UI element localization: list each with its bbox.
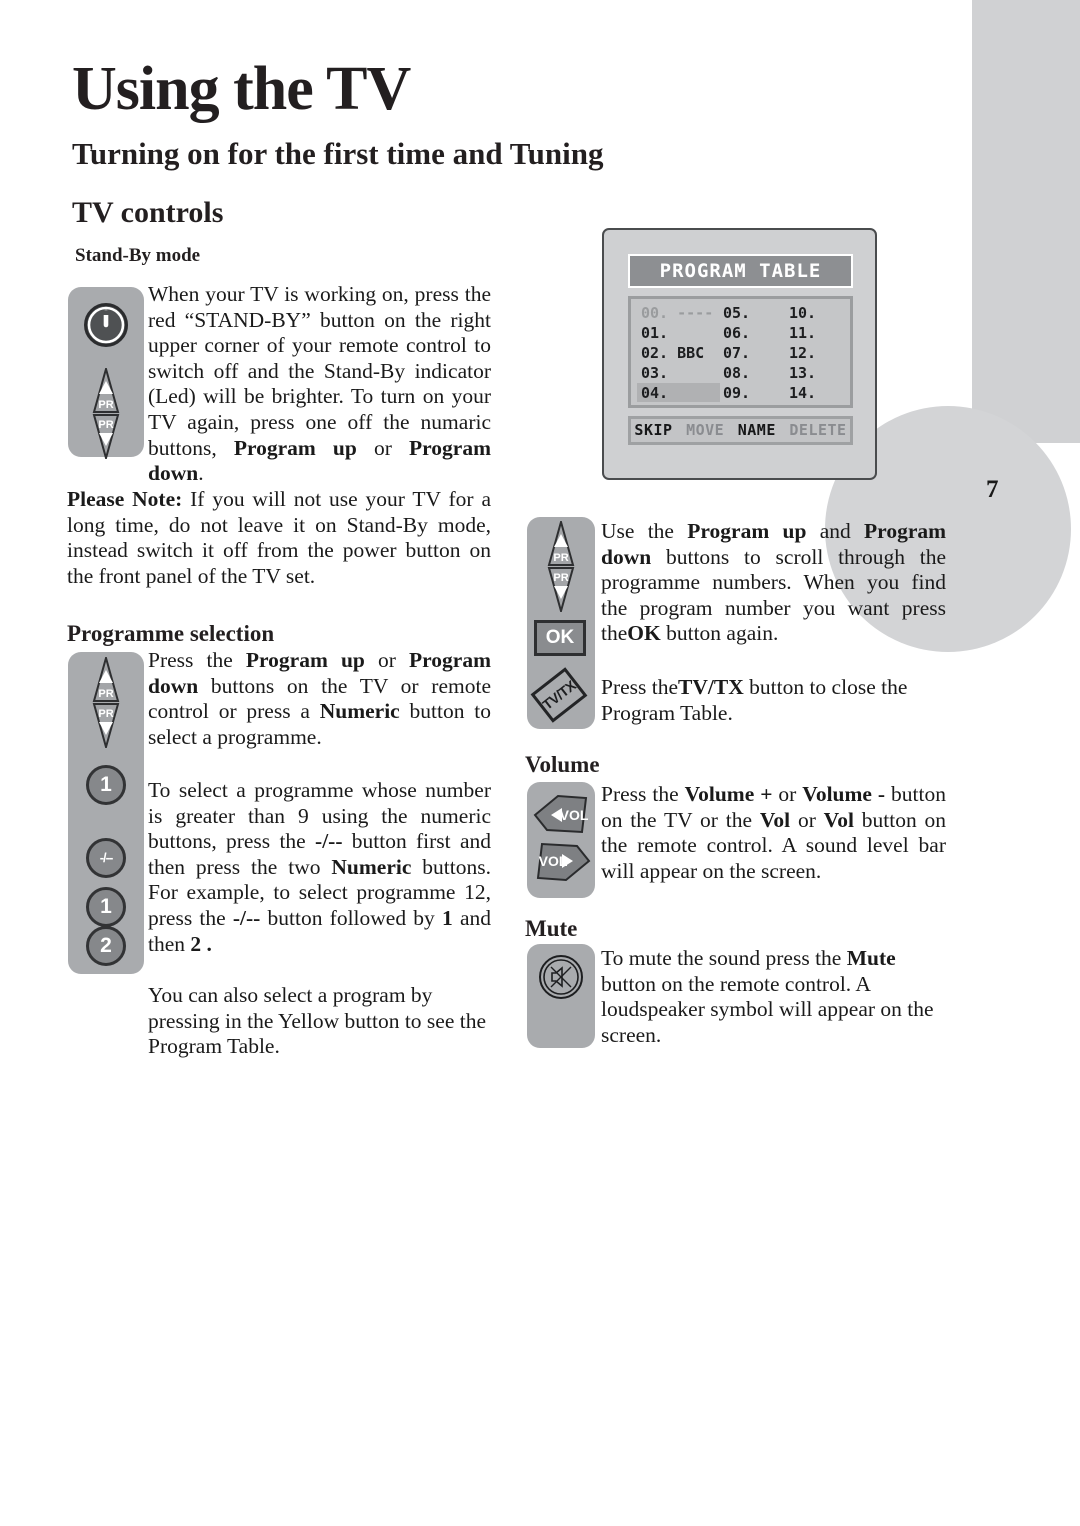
svg-text:PR: PR [98,419,113,431]
program-slot: 10. [789,304,817,322]
ok-button[interactable]: OK [534,620,586,656]
program-slot: 09. [723,384,751,402]
tv-tx-button[interactable]: TV/TX [530,667,588,723]
svg-text:PR: PR [98,708,113,720]
svg-text:PR: PR [553,572,568,584]
program-up-down-rocker-standby[interactable]: PR PR [85,368,127,459]
program-up-icon: PR [92,657,120,702]
heading-programme-selection: Programme selection [67,621,275,646]
program-down-key[interactable]: PR [85,701,127,748]
mute-icon [543,959,579,995]
table-row-selected[interactable]: 04. 09. 14. [637,383,850,403]
heading-mute: Mute [525,916,578,941]
svg-text:PR: PR [98,688,113,700]
volume-up-button[interactable]: VOL [531,838,593,882]
program-slot: 08. [723,364,751,382]
program-up-icon: PR [92,368,120,413]
decorative-gray-band [972,0,1080,443]
program-down-icon: PR [547,567,575,612]
table-row[interactable]: 02. BBC 07. 12. [637,343,850,363]
program-table-screen: PROGRAM TABLE 00. ---- 05. 10. 01. 06. 1… [602,228,877,480]
program-slot: 03. [641,364,669,382]
svg-text:VOL: VOL [539,853,568,869]
program-down-icon: PR [92,414,120,459]
program-up-key[interactable]: PR [85,368,127,415]
program-slot: 06. [723,324,751,342]
numeric-key-1[interactable]: 1 [86,765,126,805]
program-slot: 11. [789,324,817,342]
mute-body-text: To mute the sound press the Mute button … [601,946,934,1047]
program-slot: 01. [641,324,669,342]
program-table-menu-bar: SKIP MOVE NAME DELETE [628,416,853,445]
svg-text:PR: PR [553,552,568,564]
table-nav-paragraph-1: Use the Program up and Program down butt… [601,519,947,646]
programme-selection-paragraph-1: Press the Program up or Program down but… [148,648,492,749]
program-down-key[interactable]: PR [85,412,127,459]
numeric-key-1-second[interactable]: 1 [86,887,126,927]
program-slot: 14. [789,384,817,402]
program-up-down-rocker-table[interactable]: PR PR [540,521,582,612]
numeric-key-2[interactable]: 2 [86,926,126,966]
program-slot: 02. BBC [641,344,705,362]
table-nav-paragraph-2: Press theTV/TX button to close the Progr… [601,675,908,725]
tv-tx-label: TV/TX [530,667,588,723]
volume-up-icon: VOL [536,842,591,882]
power-button[interactable] [84,303,128,347]
program-down-key[interactable]: PR [540,565,582,612]
volume-down-button[interactable]: VOL [531,792,593,836]
program-up-key[interactable]: PR [85,657,127,704]
volume-down-icon: VOL [533,794,589,834]
program-up-icon: PR [547,521,575,566]
program-slot: 13. [789,364,817,382]
section-heading-tv-controls: TV controls [72,196,224,229]
program-slot: 07. [723,344,751,362]
program-slot: 12. [789,344,817,362]
heading-volume: Volume [525,752,600,777]
volume-body-text: Press the Volume + or Volume - button on… [601,782,947,883]
program-up-down-rocker-selection[interactable]: PR PR [85,657,127,748]
standby-body-text: When your TV is working on, press the re… [148,282,491,486]
programme-selection-paragraph-2: To select a programme whose number is gr… [148,778,491,956]
svg-text:VOL: VOL [560,807,589,823]
table-row[interactable]: 00. ---- 05. 10. [637,303,850,323]
table-row[interactable]: 01. 06. 11. [637,323,850,343]
power-icon [87,306,125,344]
program-slot: 05. [723,304,751,322]
program-table-title: PROGRAM TABLE [628,254,853,288]
standby-please-note-text: Please Note: If you will not use your TV… [67,487,491,588]
program-slot: 00. ---- [641,304,714,322]
mute-button[interactable] [539,955,583,999]
menu-item-delete[interactable]: DELETE [787,421,848,439]
menu-item-move[interactable]: MOVE [684,421,726,439]
numeric-key-dash[interactable]: -/-- [86,838,126,878]
page-number: 7 [986,476,999,503]
menu-item-skip[interactable]: SKIP [632,421,674,439]
programme-selection-paragraph-3: You can also select a program by pressin… [148,983,487,1059]
menu-item-name[interactable]: NAME [736,421,778,439]
program-slot: 04. [641,384,669,402]
page-subtitle: Turning on for the first time and Tuning [72,136,604,171]
program-table-grid: 00. ---- 05. 10. 01. 06. 11. 02. BBC 07.… [628,296,853,408]
table-row[interactable]: 03. 08. 13. [637,363,850,383]
heading-standby-mode: Stand-By mode [75,245,201,266]
svg-text:PR: PR [98,399,113,411]
page-title: Using the TV [72,55,411,123]
program-down-icon: PR [92,703,120,748]
program-up-key[interactable]: PR [540,521,582,568]
